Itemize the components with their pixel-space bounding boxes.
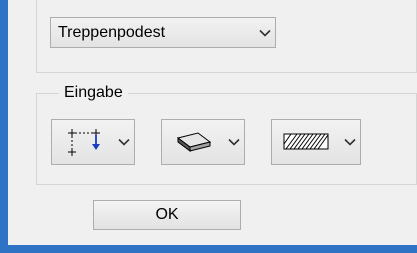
window-frame-left (0, 0, 8, 253)
input-group-legend: Eingabe (59, 84, 128, 102)
window-frame-bottom (0, 245, 417, 253)
corner-placement-icon (52, 127, 114, 157)
hatch-pattern-icon (272, 132, 340, 152)
stair-type-select-value: Treppenpodest (58, 23, 166, 41)
slab-block-combo[interactable] (161, 119, 245, 165)
dialog-panel: Treppenpodest Eingabe OK (8, 0, 417, 245)
chevron-down-icon (340, 120, 360, 164)
chevron-down-icon (114, 120, 134, 164)
chevron-down-icon (224, 120, 244, 164)
hatch-pattern-combo[interactable] (271, 119, 361, 165)
corner-placement-combo[interactable] (51, 119, 135, 165)
chevron-down-icon (255, 18, 275, 47)
slab-block-icon (162, 130, 224, 154)
stair-type-select[interactable]: Treppenpodest (50, 17, 276, 48)
ok-button[interactable]: OK (93, 200, 241, 230)
